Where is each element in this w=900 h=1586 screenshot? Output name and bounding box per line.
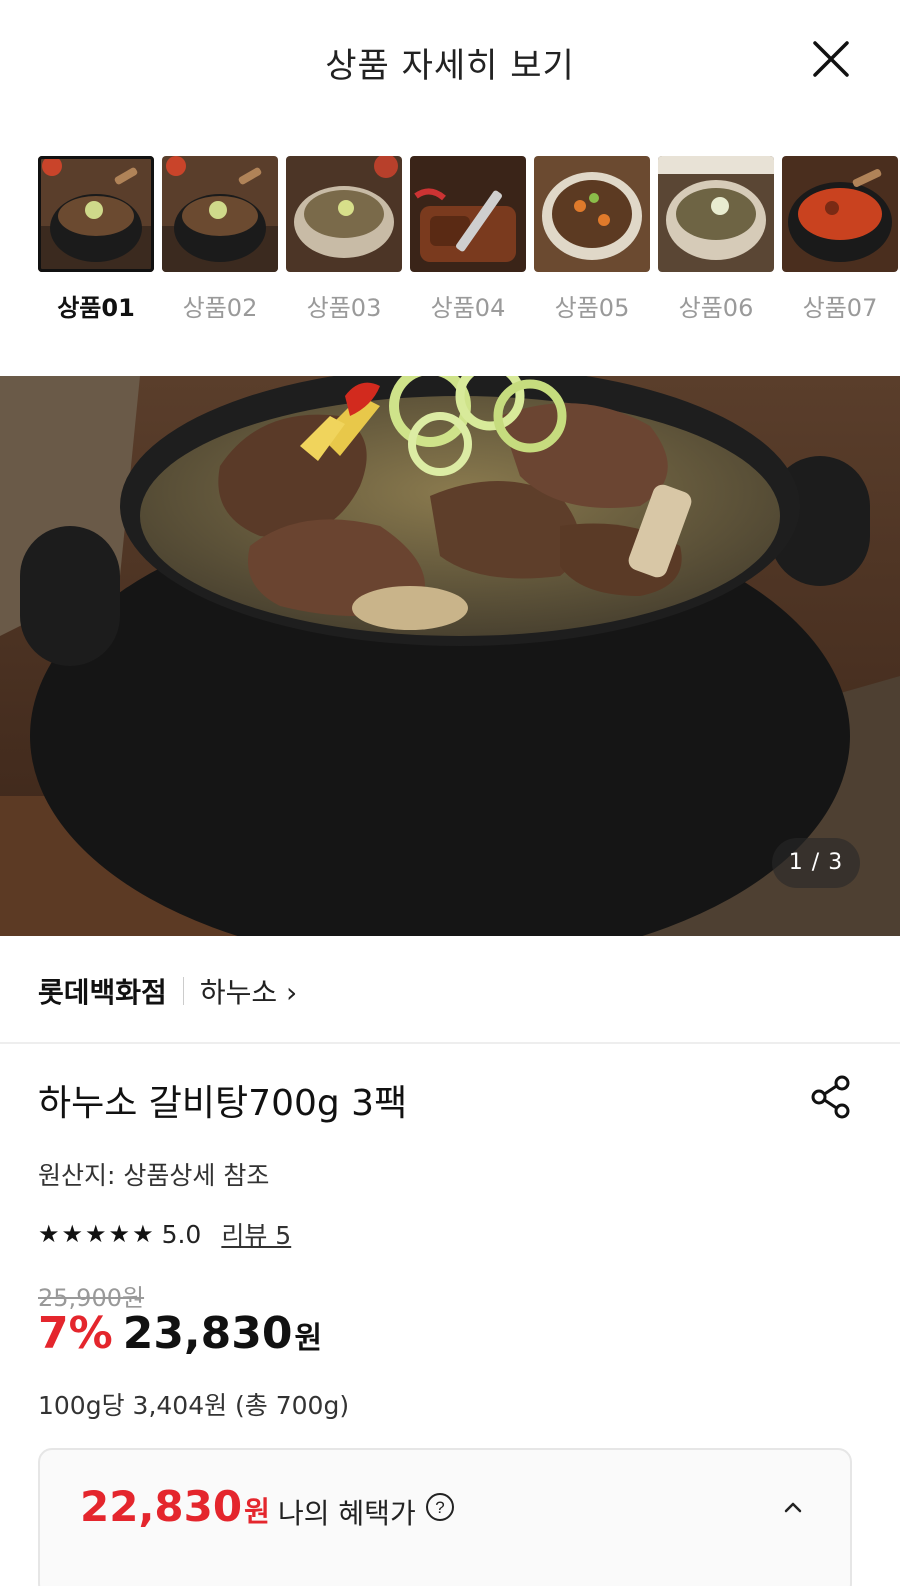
unit-price: 100g당 3,404원 (총 700g) [38,1391,350,1420]
image-pager: 1 / 3 [772,838,860,888]
thumbnail-item-03[interactable]: 상품03 [286,156,402,324]
thumbnail-image [410,156,526,272]
star-icon: ★ [132,1220,154,1248]
thumbnail-label: 상품03 [306,294,382,322]
share-icon [811,1075,850,1119]
thumbnail-strip[interactable]: 상품01 상품02 상품03 상품04 상품05 상품06 상품07 [0,156,900,326]
share-button[interactable] [808,1074,854,1120]
benefit-price-panel[interactable]: 22,830원 나의 혜택가 ? [38,1448,852,1586]
origin-info: 원산지: 상품상세 참조 [38,1161,270,1190]
thumbnail-image [162,156,278,272]
sale-price: 23,830 [122,1308,293,1359]
section-divider [0,1042,900,1044]
rating-row: ★ ★ ★ ★ ★ 5.0 리뷰 5 [38,1216,291,1252]
review-link[interactable]: 리뷰 5 [221,1216,291,1252]
help-icon[interactable]: ? [424,1491,456,1523]
thumbnail-label: 상품04 [430,294,506,322]
brand-link[interactable]: 하누소 › [200,971,297,1011]
discount-rate: 7% [38,1308,113,1359]
close-button[interactable] [808,36,854,82]
benefit-price: 22,830원 [80,1482,270,1531]
galbitang-photo [0,376,900,936]
thumbnail-image [286,156,402,272]
thumbnail-item-07[interactable]: 상품07 [782,156,898,324]
thumbnail-label: 상품05 [554,294,630,322]
star-icon: ★ [61,1220,84,1248]
thumbnail-label: 상품01 [57,294,135,322]
thumbnail-image [534,156,650,272]
page-header: 상품 자세히 보기 [0,0,900,120]
benefit-price-unit: 원 [244,1495,270,1528]
benefit-price-value: 22,830 [80,1482,243,1531]
product-title: 하누소 갈비탕700g 3팩 [38,1083,408,1124]
svg-text:?: ? [435,1498,444,1517]
thumbnail-item-02[interactable]: 상품02 [162,156,278,324]
price-row: 7% 23,830 원 [38,1308,322,1359]
thumbnail-item-06[interactable]: 상품06 [658,156,774,324]
rating-value: 5.0 [161,1219,202,1249]
brand-row: 롯데백화점 하누소 › [38,966,297,1016]
thumbnail-item-01[interactable]: 상품01 [38,156,154,324]
close-icon [813,41,849,77]
thumbnail-item-04[interactable]: 상품04 [410,156,526,324]
chevron-up-icon[interactable] [778,1492,808,1522]
page-title: 상품 자세히 보기 [325,46,575,86]
price-unit: 원 [294,1321,323,1356]
thumbnail-label: 상품02 [182,294,258,322]
store-name: 롯데백화점 [38,976,167,1009]
star-icon: ★ [108,1220,131,1248]
benefit-label: 나의 혜택가 [278,1497,416,1530]
brand-divider [182,977,184,1005]
star-icon: ★ [38,1220,60,1248]
thumbnail-image [782,156,898,272]
thumbnail-label: 상품06 [678,294,754,322]
rating-stars: ★ ★ ★ ★ ★ [38,1222,154,1246]
thumbnail-item-05[interactable]: 상품05 [534,156,650,324]
star-icon: ★ [85,1220,107,1248]
thumbnail-image [38,156,154,272]
thumbnail-label: 상품07 [802,294,878,322]
thumbnail-image [658,156,774,272]
product-main-image[interactable]: 1 / 3 [0,376,900,936]
